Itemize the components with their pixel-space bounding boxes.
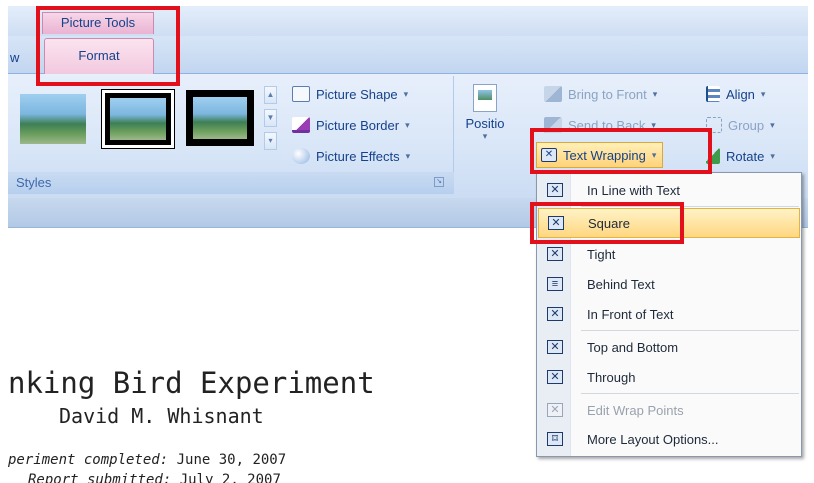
- menu-item-top-and-bottom[interactable]: ✕ Top and Bottom: [538, 332, 800, 362]
- bring-to-front-button[interactable]: Bring to Front ▾: [544, 86, 657, 102]
- document-title: nking Bird Experiment: [8, 366, 375, 400]
- menu-item-more-layout-options[interactable]: ⌑ More Layout Options...: [538, 424, 800, 454]
- picture-shape-button[interactable]: Picture Shape ▾: [292, 86, 408, 102]
- edit-wrap-points-icon: ✕: [547, 403, 563, 417]
- top-bottom-wrap-icon: ✕: [547, 340, 563, 354]
- position-icon: [473, 84, 497, 112]
- inline-wrap-icon: ✕: [547, 183, 563, 197]
- behind-text-icon: ≡: [547, 277, 563, 291]
- position-button[interactable]: Positio ▾: [462, 80, 508, 160]
- picture-shape-icon: [292, 86, 310, 102]
- tab-view[interactable]: w: [10, 50, 19, 65]
- document-author: David M. Whisnant: [59, 404, 264, 428]
- chevron-down-icon: ▾: [770, 150, 775, 161]
- callout-format-tab: [36, 6, 180, 86]
- gallery-scroll-up-button[interactable]: ▲: [264, 86, 277, 104]
- tight-wrap-icon: ✕: [547, 247, 563, 261]
- menu-item-in-line-with-text[interactable]: ✕ In Line with Text: [538, 175, 800, 205]
- group-button[interactable]: Group ▾: [706, 117, 775, 133]
- picture-style-thumbnail-3[interactable]: [186, 90, 254, 146]
- document-line-completed: periment completed: June 30, 2007: [8, 452, 287, 468]
- menu-item-in-front-of-text[interactable]: ✕ In Front of Text: [538, 299, 800, 329]
- layout-options-icon: ⌑: [547, 432, 563, 446]
- align-button[interactable]: Align ▾: [706, 86, 765, 102]
- gallery-more-button[interactable]: ▾: [264, 132, 277, 150]
- callout-text-wrapping: [530, 128, 712, 174]
- menu-item-through[interactable]: ✕ Through: [538, 362, 800, 392]
- picture-border-button[interactable]: Picture Border ▾: [292, 117, 410, 133]
- menu-item-edit-wrap-points: ✕ Edit Wrap Points: [538, 395, 800, 425]
- picture-styles-group-label: Styles: [8, 172, 454, 194]
- document-line-submitted: Report submitted: July 2, 2007: [28, 472, 281, 483]
- in-front-of-text-icon: ✕: [547, 307, 563, 321]
- through-wrap-icon: ✕: [547, 370, 563, 384]
- picture-styles-group: ▲ ▼ ▾ Picture Shape ▾ Picture Border ▾ P…: [8, 76, 454, 194]
- dialog-launcher-icon[interactable]: ↘: [434, 177, 444, 187]
- menu-item-behind-text[interactable]: ≡ Behind Text: [538, 269, 800, 299]
- callout-square: [530, 202, 684, 244]
- gallery-scroll-down-button[interactable]: ▼: [264, 109, 277, 127]
- chevron-down-icon: ▾: [652, 88, 658, 99]
- picture-style-thumbnail-1[interactable]: [20, 94, 86, 144]
- picture-style-thumbnail-2[interactable]: [101, 89, 175, 149]
- chevron-down-icon: ▾: [403, 88, 409, 99]
- chevron-down-icon: ▾: [405, 150, 411, 161]
- chevron-down-icon: ▾: [405, 119, 410, 130]
- bring-to-front-icon: [544, 86, 562, 102]
- chevron-down-icon: ▾: [760, 88, 766, 99]
- picture-effects-icon: [292, 148, 310, 164]
- rotate-button[interactable]: Rotate ▾: [706, 148, 775, 164]
- picture-effects-button[interactable]: Picture Effects ▾: [292, 148, 410, 164]
- menu-separator: [581, 393, 799, 394]
- picture-border-icon: [292, 117, 310, 133]
- chevron-down-icon: ▾: [482, 131, 488, 141]
- chevron-down-icon: ▾: [770, 119, 775, 130]
- align-icon: [706, 86, 720, 102]
- menu-separator: [581, 330, 799, 331]
